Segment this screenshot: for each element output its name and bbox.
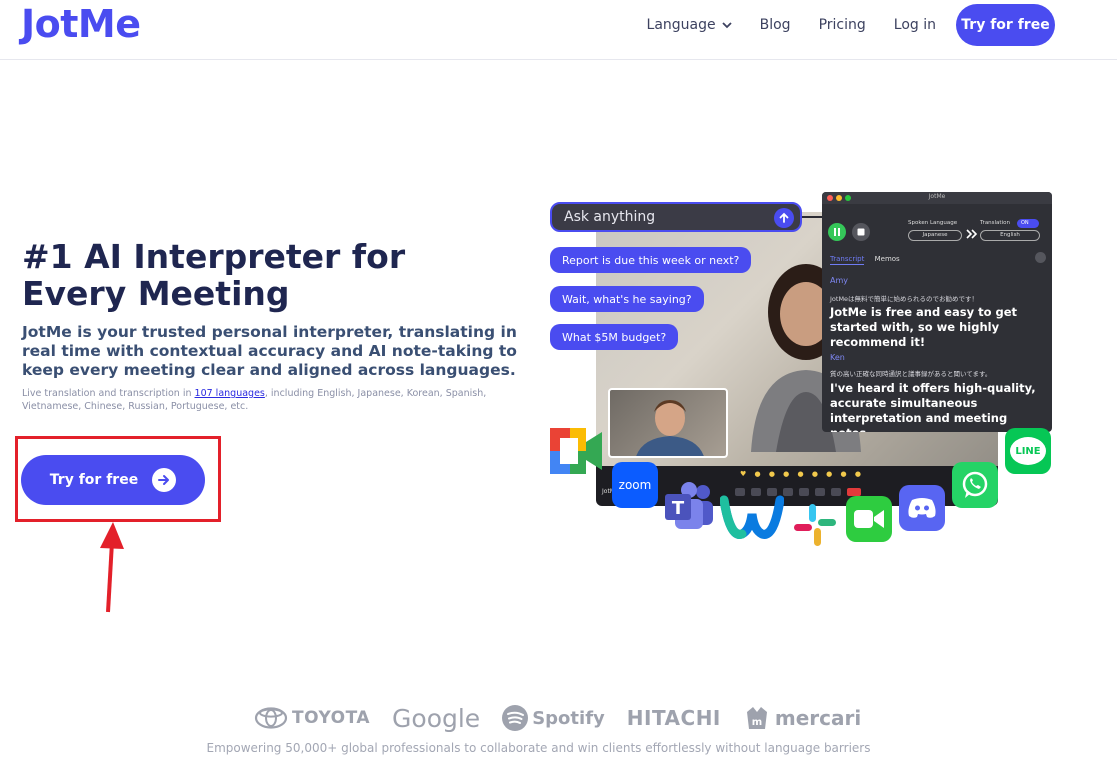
pause-icon[interactable] <box>828 223 846 241</box>
translation-label: Translation <box>980 220 1010 226</box>
languages-link[interactable]: 107 languages <box>195 388 265 399</box>
share-icon[interactable] <box>783 488 793 496</box>
hero-languages-note: Live translation and transcription in 10… <box>22 387 492 413</box>
jotme-translation-panel: JotMe Spoken Language Japanese Translati… <box>822 192 1052 432</box>
panel-title: JotMe <box>928 193 946 200</box>
participant-man-thumbnail <box>608 388 728 458</box>
suggestion-chip-budget[interactable]: What $5M budget? <box>550 324 679 350</box>
ask-anything-input[interactable]: Ask anything <box>550 202 802 232</box>
speaker-name: Ken <box>830 353 845 362</box>
customer-logos: TOYOTA Google Spotify HITACHI m mercari <box>254 700 861 736</box>
connector-line <box>802 216 824 218</box>
panel-tabs: Transcript Memos <box>830 255 900 265</box>
nav-language-dropdown[interactable]: Language <box>647 17 732 33</box>
google-meet-icon <box>550 428 602 474</box>
mercari-text: mercari <box>774 706 862 730</box>
hero-title: #1 AI Interpreter for Every Meeting <box>22 238 522 312</box>
toyota-text: TOYOTA <box>292 708 371 728</box>
zoom-icon: zoom <box>612 462 658 508</box>
spoken-language-select[interactable]: Japanese <box>908 230 962 241</box>
hero-try-free-button[interactable]: Try for free <box>21 455 205 505</box>
jotme-logo[interactable]: JotMe <box>21 2 141 46</box>
hero-subtitle: JotMe is your trusted personal interpret… <box>22 323 517 379</box>
header-try-free-button[interactable]: Try for free <box>956 4 1055 46</box>
pin-icon[interactable] <box>1035 252 1046 263</box>
transcript-japanese: 質の高い正確な同時通訳と議事録があると聞いてます。 <box>830 370 992 378</box>
translation-language-select[interactable]: English <box>980 230 1040 241</box>
nav-login-link[interactable]: Log in <box>894 17 936 33</box>
note-prefix: Live translation and transcription in <box>22 388 195 399</box>
hitachi-logo: HITACHI <box>627 706 721 730</box>
spoken-language-label: Spoken Language <box>908 220 958 226</box>
tab-transcript[interactable]: Transcript <box>830 255 865 265</box>
mercari-logo: m mercari <box>743 704 861 732</box>
webex-icon <box>720 490 784 542</box>
chat-icon[interactable] <box>799 488 809 496</box>
translation-toggle[interactable]: ON <box>1017 219 1039 228</box>
svg-text:m: m <box>752 717 762 728</box>
transcript-english: JotMe is free and easy to get started wi… <box>830 305 1018 349</box>
chevron-down-icon <box>721 22 732 29</box>
whatsapp-icon <box>952 462 998 508</box>
panel-titlebar: JotMe <box>822 192 1052 204</box>
hand-icon[interactable] <box>815 488 825 496</box>
microsoft-teams-icon: T <box>665 482 715 532</box>
google-logo: Google <box>392 704 480 733</box>
more-icon[interactable] <box>831 488 841 496</box>
toyota-logo: TOYOTA <box>254 707 370 729</box>
hero-title-line1: #1 AI Interpreter for <box>22 237 406 276</box>
arrow-right-icon <box>152 468 177 492</box>
reaction-emoji-row: ♥ ● ● ● ● ● ● ● ● <box>740 470 864 478</box>
mercari-icon: m <box>746 707 767 729</box>
spotify-icon <box>502 705 529 731</box>
double-chevron-right-icon <box>966 229 978 239</box>
google-text: Google <box>392 703 481 733</box>
discord-icon <box>899 485 945 531</box>
suggestion-chip-what-saying[interactable]: Wait, what's he saying? <box>550 286 704 312</box>
hero-try-free-label: Try for free <box>49 472 139 488</box>
main-nav: Language Blog Pricing Log in Try for fre… <box>647 4 1055 46</box>
slack-icon <box>792 502 838 548</box>
hitachi-text: HITACHI <box>626 706 721 730</box>
suggestion-chip-report[interactable]: Report is due this week or next? <box>550 247 752 273</box>
line-label: LINE <box>1010 437 1046 465</box>
tab-memos[interactable]: Memos <box>875 255 900 263</box>
nav-blog-link[interactable]: Blog <box>760 17 791 33</box>
svg-text:T: T <box>672 498 685 519</box>
hero-title-line2: Every Meeting <box>22 274 290 313</box>
ask-anything-placeholder: Ask anything <box>564 209 656 225</box>
transcript-japanese: JotMeは無料で簡単に始められるのでお勧めです！ <box>830 295 979 303</box>
site-header: JotMe Language Blog Pricing Log in Try f… <box>0 0 1117 60</box>
toyota-emblem-icon <box>254 707 288 729</box>
nav-language-label: Language <box>646 17 716 33</box>
end-call-icon[interactable] <box>847 488 861 496</box>
hero-product-visual: JotMe ♥ ● ● ● ● ● ● ● ● Ask anything Rep… <box>550 190 1060 550</box>
line-app-icon: LINE <box>1005 428 1051 474</box>
annotation-arrow-icon <box>100 522 124 613</box>
speaker-name: Amy <box>830 276 848 285</box>
send-arrow-up-icon[interactable] <box>774 208 794 228</box>
stop-icon[interactable] <box>852 223 870 241</box>
transcript-english: I've heard it offers high-quality, accur… <box>830 381 1036 432</box>
nav-pricing-link[interactable]: Pricing <box>819 17 866 33</box>
social-proof-tagline: Empowering 50,000+ global professionals … <box>206 741 871 755</box>
spotify-logo: Spotify <box>502 705 605 731</box>
facetime-icon <box>846 496 892 542</box>
spotify-text: Spotify <box>532 707 605 729</box>
